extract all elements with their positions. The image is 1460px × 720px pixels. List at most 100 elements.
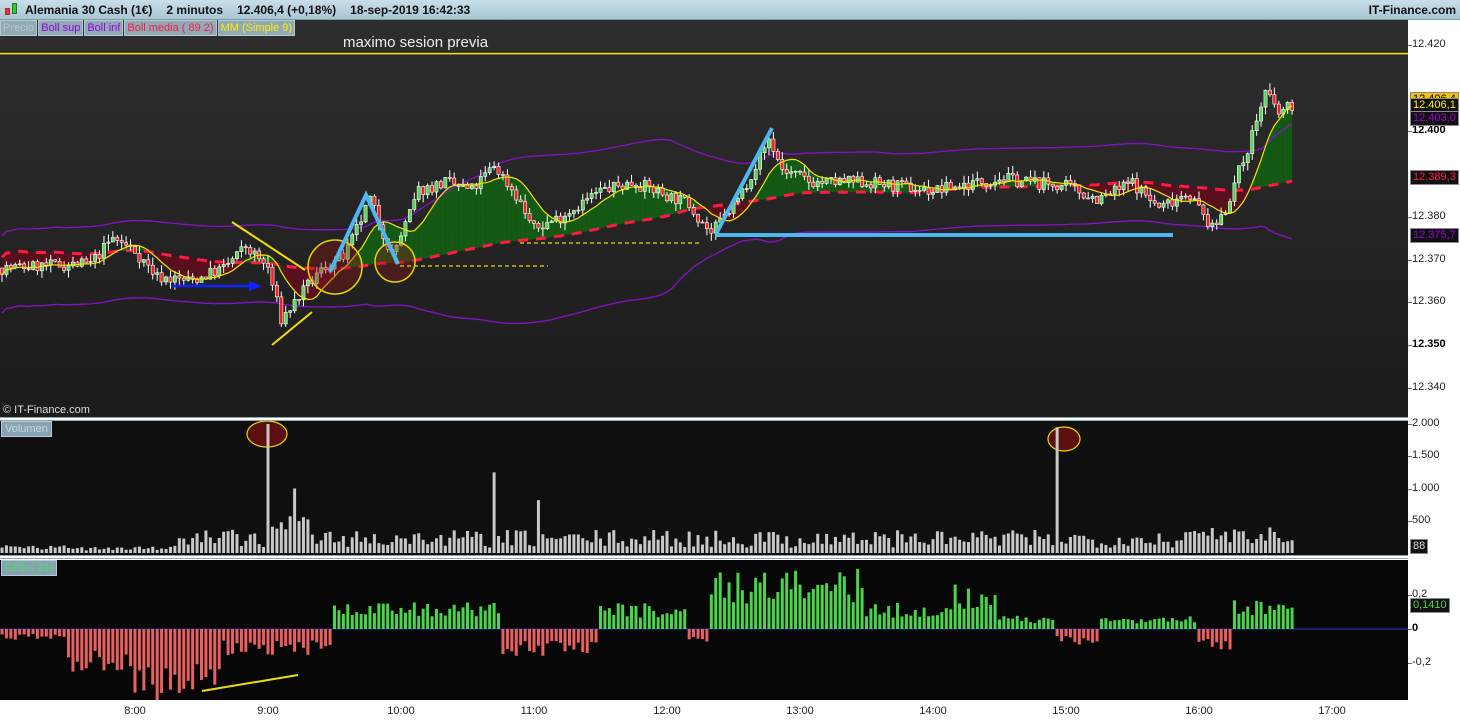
volume-bar: [922, 542, 926, 553]
price-badge: 12.375,7: [1410, 228, 1459, 244]
volume-bar: [820, 543, 824, 553]
cfd-bar: [417, 615, 421, 629]
cfd-bar: [931, 615, 935, 629]
ma-fill-segment: [201, 260, 206, 280]
cfd-bar: [909, 615, 913, 629]
price-axis[interactable]: 12.420 12.400 12.380 12.370 12.360 12.350 12.3…: [1408, 20, 1460, 417]
ma-fill-segment: [480, 182, 486, 248]
volume-tag[interactable]: Volumen: [1, 421, 52, 437]
volume-bar: [740, 544, 744, 553]
cfd-bar: [1068, 629, 1072, 638]
legend-precio[interactable]: Precio: [0, 20, 38, 36]
ma-fill-segment: [1269, 125, 1275, 186]
volume-bar: [882, 534, 886, 553]
legend-mm-simple[interactable]: MM (Simple 9): [217, 20, 296, 36]
volume-bar: [763, 541, 767, 553]
candle-body: [292, 299, 297, 312]
candle-body: [1166, 199, 1170, 204]
candle-body: [922, 186, 927, 191]
ma-fill-segment: [445, 187, 450, 255]
cfd-bar: [1193, 622, 1197, 629]
cfd-bar: [829, 591, 833, 629]
cfd-bar: [714, 578, 718, 629]
candle-body: [1250, 130, 1255, 155]
axis-tick-label: 12.420: [1408, 38, 1446, 50]
volume-chart[interactable]: Volumen: [0, 421, 1408, 555]
candle-body: [261, 258, 266, 264]
cfd-bar: [328, 629, 332, 645]
volume-bar: [590, 542, 594, 553]
candle-body: [1135, 178, 1139, 194]
volume-bar: [18, 546, 22, 553]
cfd-bar: [426, 604, 430, 629]
candle-body: [106, 241, 111, 244]
ma-fill-segment: [1216, 189, 1222, 212]
cfd-bar: [780, 578, 784, 629]
time-axis[interactable]: 8:00 9:00 10:00 11:00 12:00 13:00 14:00 15:00 16…: [0, 700, 1460, 720]
cfd-bar: [1104, 618, 1108, 629]
cfd-bar: [1277, 604, 1281, 629]
price-chart[interactable]: [0, 20, 1408, 417]
candle-body: [8, 265, 13, 269]
candle-body: [363, 204, 368, 223]
cfd-bar: [643, 603, 647, 629]
cfd-bar: [1264, 613, 1267, 629]
cfd-bar: [297, 629, 301, 643]
candle-body: [656, 188, 661, 194]
volume-bar: [510, 545, 514, 553]
cfd-tag[interactable]: CFD ( 21): [1, 560, 58, 576]
volume-bar: [745, 547, 749, 553]
cfd-bar: [1020, 621, 1024, 629]
legend-boll-inf[interactable]: Boll inf: [84, 20, 124, 36]
ma-fill-segment: [485, 181, 490, 247]
volume-bar: [483, 545, 487, 553]
volume-bar: [643, 536, 647, 553]
panel-divider[interactable]: [0, 555, 1408, 559]
legend-boll-sup[interactable]: Boll sup: [38, 20, 84, 36]
time-tick-label: 16:00: [1185, 705, 1213, 717]
candle-body: [1272, 94, 1277, 105]
cfd-axis[interactable]: 0,2 0 -0,2 0,1410: [1407, 560, 1460, 700]
volume-bar: [687, 531, 691, 553]
legend-boll-media[interactable]: Boll media ( 89 2): [124, 20, 217, 36]
volume-bar: [1228, 542, 1232, 553]
cfd-bar: [687, 629, 691, 640]
volume-bar: [142, 549, 146, 553]
candle-body: [1276, 103, 1281, 115]
timeframe[interactable]: 2 minutos: [166, 3, 223, 17]
candle-body: [359, 221, 364, 225]
candle-body: [248, 247, 253, 255]
volume-bar: [168, 546, 172, 553]
volume-bar: [408, 543, 412, 553]
candle-body: [53, 259, 58, 262]
candle-body: [48, 259, 53, 266]
candle-body: [869, 184, 873, 189]
candle-body: [297, 299, 301, 301]
cfd-chart[interactable]: CFD ( 21): [0, 560, 1408, 700]
volume-bar: [865, 539, 868, 553]
candle-body: [864, 184, 869, 187]
candle-body: [1228, 201, 1232, 214]
candle-body: [536, 223, 541, 229]
candle-body: [603, 187, 607, 189]
volume-bar: [1162, 541, 1166, 553]
candle-body: [793, 170, 798, 173]
cfd-bar: [27, 629, 31, 637]
zigzag-annotation: [715, 127, 774, 233]
cfd-bar: [647, 606, 651, 629]
candle-body: [243, 246, 248, 249]
candle-body: [461, 184, 465, 187]
volume-axis[interactable]: 2.000 1.500 1.000 500 88: [1407, 417, 1460, 555]
volume-bar: [669, 546, 673, 553]
volume-bar: [962, 541, 966, 553]
brand-label[interactable]: IT-Finance.com: [1369, 3, 1456, 17]
volume-bar: [1237, 531, 1241, 553]
cfd-bar: [723, 597, 727, 629]
candle-body: [917, 189, 922, 192]
volume-bar: [634, 539, 638, 553]
cfd-bar: [736, 572, 740, 629]
cfd-bar: [89, 629, 93, 663]
candle-body: [1121, 181, 1126, 190]
cfd-bar: [1015, 615, 1019, 629]
volume-bar: [111, 549, 115, 553]
